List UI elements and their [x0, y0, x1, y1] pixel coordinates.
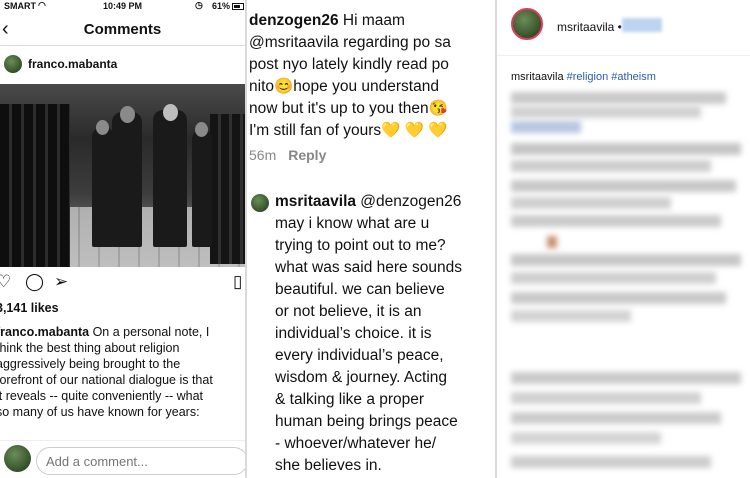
reply-line: every individual’s peace, [275, 347, 444, 364]
comment-thread: denzogen26 Hi maam @msritaavila regardin… [247, 0, 495, 478]
comment-line: nito😊hope you understand [249, 78, 439, 95]
blurred-text [511, 392, 701, 404]
comment-time: 56m [249, 147, 277, 163]
nav-bar: ‹ Comments [0, 14, 245, 46]
battery-icon [232, 3, 244, 10]
blurred-text [511, 310, 631, 322]
alarm-icon: ◷ [195, 0, 203, 10]
post-header: msritaavila • [497, 0, 750, 56]
post-detail: msritaavila • msritaavila #religion #ath… [497, 0, 750, 478]
reply-line: wisdom & journey. Acting [275, 369, 448, 386]
caption-line: think the best thing about religion [0, 341, 180, 355]
blurred-text [511, 106, 701, 118]
comment-username[interactable]: denzogen26 [249, 12, 339, 29]
battery-percent: 61% [212, 1, 231, 11]
reply-body: msritaavila @denzogen26 may i know what … [275, 191, 493, 477]
blurred-text [511, 121, 581, 133]
blurred-text [511, 292, 726, 304]
reply-line: individual’s choice. it is [275, 325, 432, 342]
comment-bar [0, 440, 245, 478]
blurred-text [511, 432, 661, 444]
caption-username[interactable]: msritaavila [511, 71, 564, 83]
blurred-text [511, 197, 671, 209]
heart-icon[interactable]: ♡ [0, 272, 11, 292]
clock: 10:49 PM [103, 1, 143, 11]
post-caption: franco.mabanta On a personal note, I thi… [0, 324, 238, 420]
reply-line: or not believe, it is an [275, 303, 422, 320]
hashtag[interactable]: #atheism [608, 71, 656, 83]
reply-line: human being brings peace [275, 413, 458, 430]
avatar[interactable] [511, 8, 543, 40]
post-username[interactable]: franco.mabanta [28, 57, 117, 71]
blurred-text [511, 272, 716, 284]
comment-body: denzogen26 Hi maam @msritaavila regardin… [249, 10, 491, 142]
post-actions: ♡ ◯ ➢ ▯ [0, 270, 245, 296]
photo-person-head [120, 106, 135, 123]
reply-line: may i know what are u [275, 215, 430, 232]
reply-username[interactable]: msritaavila [275, 193, 356, 210]
reply-line: - whoever/whatever he/ [275, 435, 437, 452]
post-username[interactable]: msritaavila • [557, 20, 622, 34]
caption-line: so many of us have known for years: [0, 405, 200, 419]
blurred-follow-button[interactable] [622, 18, 662, 32]
caption-line: forefront of our national dialogue is th… [0, 373, 213, 387]
comment-line: Hi maam [338, 12, 405, 29]
reply-line: she believes in. [275, 457, 382, 474]
photo-guards-left [0, 104, 70, 267]
photo-guards-right [210, 114, 245, 264]
reply-button[interactable]: Reply [288, 147, 326, 163]
photo-person-head [96, 120, 109, 135]
carrier-label: SMART [4, 1, 36, 11]
like-count[interactable]: 3,141 likes [0, 301, 59, 315]
comment-input[interactable] [36, 447, 245, 475]
caption-line: it reveals -- quite conveniently -- what [0, 389, 204, 403]
send-icon[interactable]: ➢ [54, 272, 68, 292]
photo-person-head [195, 122, 208, 137]
comment-line: @msritaavila regarding po sa [249, 34, 451, 51]
reply-line: beautiful. we can believe [275, 281, 445, 298]
comment-icon[interactable]: ◯ [25, 272, 44, 292]
hashtag[interactable]: #religion [564, 71, 609, 83]
reply-line: what was said here sounds [275, 259, 462, 276]
blurred-emoji [547, 236, 557, 248]
post-header: franco.mabanta [0, 46, 245, 84]
photo-person [92, 127, 114, 247]
avatar[interactable] [4, 55, 22, 73]
blurred-text [511, 143, 741, 155]
reply-mention[interactable]: @denzogen26 [356, 193, 461, 210]
blurred-text [511, 456, 711, 468]
comment-line: now but it's up to you then😘 [249, 100, 448, 117]
blurred-text [511, 160, 711, 172]
comment-line: I'm still fan of yours💛 💛 💛 [249, 122, 448, 139]
status-bar: SMART ◠ 10:49 PM ◷ 61% [0, 0, 245, 14]
blurred-text [511, 180, 736, 192]
post-caption: msritaavila #religion #atheism [511, 71, 656, 83]
caption-line: aggressively being brought to the [0, 357, 181, 371]
avatar[interactable] [251, 194, 269, 212]
bookmark-icon[interactable]: ▯ [233, 272, 242, 292]
blurred-text [511, 254, 741, 266]
blurred-text [511, 372, 741, 384]
photo-person-head [163, 104, 178, 121]
post-photo[interactable] [0, 84, 245, 267]
avatar [4, 445, 31, 472]
photo-person [112, 112, 142, 247]
comments-screen: SMART ◠ 10:49 PM ◷ 61% ‹ Comments franco… [0, 0, 245, 478]
photo-person [192, 129, 212, 247]
photo-person [153, 110, 187, 247]
blurred-text [511, 412, 721, 424]
caption-line: On a personal note, I [89, 325, 210, 339]
blurred-text [511, 92, 726, 104]
caption-username[interactable]: franco.mabanta [0, 325, 89, 339]
wifi-icon: ◠ [38, 0, 46, 10]
page-title: Comments [83, 21, 162, 38]
reply-line: trying to point out to me? [275, 237, 446, 254]
comment-line: post nyo lately kindly read po [249, 56, 449, 73]
comment-meta: 56m Reply [249, 147, 326, 163]
blurred-text [511, 215, 721, 227]
reply-line: & talking like a proper [275, 391, 425, 408]
